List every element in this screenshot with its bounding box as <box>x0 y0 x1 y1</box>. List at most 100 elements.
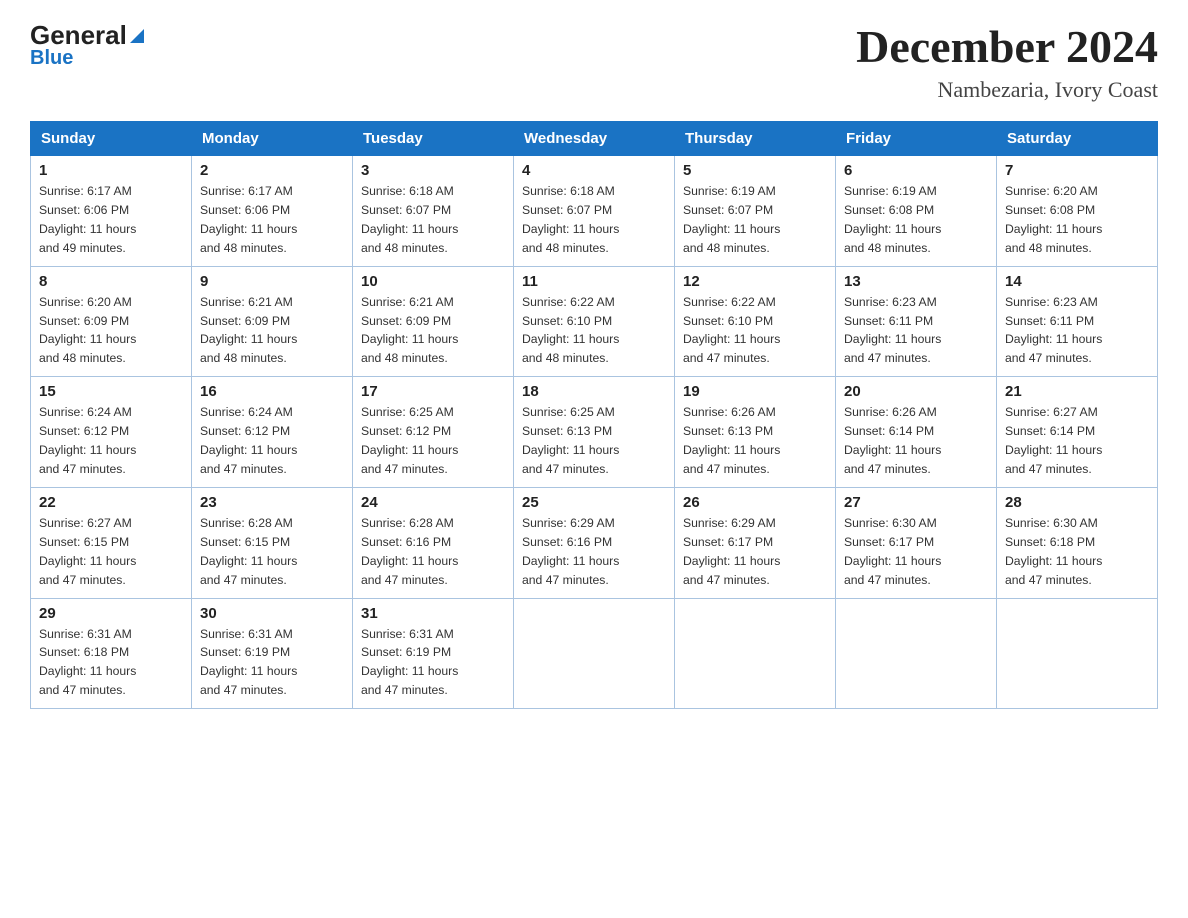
table-row: 3Sunrise: 6:18 AMSunset: 6:07 PMDaylight… <box>353 156 514 267</box>
table-row: 15Sunrise: 6:24 AMSunset: 6:12 PMDayligh… <box>31 377 192 488</box>
day-number: 19 <box>683 383 827 400</box>
table-row: 8Sunrise: 6:20 AMSunset: 6:09 PMDaylight… <box>31 266 192 377</box>
table-row: 7 Sunrise: 6:20 AMSunset: 6:08 PMDaylight… <box>997 156 1158 267</box>
day-number: 7 <box>1005 162 1149 179</box>
day-number: 18 <box>522 383 666 400</box>
day-number: 22 <box>39 494 183 511</box>
table-row: 26Sunrise: 6:29 AMSunset: 6:17 PMDayligh… <box>675 487 836 598</box>
day-info: Sunrise: 6:22 AMSunset: 6:10 PMDaylight:… <box>522 293 666 369</box>
table-row: 17Sunrise: 6:25 AMSunset: 6:12 PMDayligh… <box>353 377 514 488</box>
day-number: 10 <box>361 273 505 290</box>
col-saturday: Saturday <box>997 122 1158 156</box>
day-info: Sunrise: 6:19 AMSunset: 6:07 PMDaylight:… <box>683 182 827 258</box>
table-row: 20 Sunrise: 6:26 AMSunset: 6:14 PMDayligh… <box>836 377 997 488</box>
col-thursday: Thursday <box>675 122 836 156</box>
day-info: Sunrise: 6:27 AMSunset: 6:14 PMDaylight:… <box>1005 403 1149 479</box>
day-number: 5 <box>683 162 827 179</box>
table-row: 1Sunrise: 6:17 AMSunset: 6:06 PMDaylight… <box>31 156 192 267</box>
table-row: 22 Sunrise: 6:27 AMSunset: 6:15 PMDayligh… <box>31 487 192 598</box>
page-header: General Blue December 2024 Nambezaria, I… <box>30 20 1158 103</box>
day-number: 2 <box>200 162 344 179</box>
day-number: 12 <box>683 273 827 290</box>
day-info: Sunrise: 6:18 AMSunset: 6:07 PMDaylight:… <box>361 182 505 258</box>
day-info: Sunrise: 6:27 AMSunset: 6:15 PMDaylight:… <box>39 514 183 590</box>
day-info: Sunrise: 6:22 AMSunset: 6:10 PMDaylight:… <box>683 293 827 369</box>
day-number: 31 <box>361 605 505 622</box>
day-number: 30 <box>200 605 344 622</box>
table-row <box>675 598 836 709</box>
day-info: Sunrise: 6:24 AMSunset: 6:12 PMDaylight:… <box>39 403 183 479</box>
day-number: 20 <box>844 383 988 400</box>
table-row <box>997 598 1158 709</box>
calendar-table: Sunday Monday Tuesday Wednesday Thursday… <box>30 121 1158 709</box>
table-row <box>514 598 675 709</box>
day-info: Sunrise: 6:28 AMSunset: 6:16 PMDaylight:… <box>361 514 505 590</box>
day-number: 4 <box>522 162 666 179</box>
day-info: Sunrise: 6:21 AMSunset: 6:09 PMDaylight:… <box>200 293 344 369</box>
table-row: 24 Sunrise: 6:28 AMSunset: 6:16 PMDayligh… <box>353 487 514 598</box>
day-info: Sunrise: 6:31 AMSunset: 6:19 PMDaylight:… <box>200 625 344 701</box>
calendar-week-2: 8Sunrise: 6:20 AMSunset: 6:09 PMDaylight… <box>31 266 1158 377</box>
calendar-title: December 2024 <box>856 20 1158 73</box>
day-info: Sunrise: 6:29 AMSunset: 6:16 PMDaylight:… <box>522 514 666 590</box>
day-info: Sunrise: 6:17 AMSunset: 6:06 PMDaylight:… <box>39 182 183 258</box>
table-row: 18 Sunrise: 6:25 AMSunset: 6:13 PMDayligh… <box>514 377 675 488</box>
calendar-title-area: December 2024 Nambezaria, Ivory Coast <box>856 20 1158 103</box>
day-number: 23 <box>200 494 344 511</box>
day-info: Sunrise: 6:30 AMSunset: 6:18 PMDaylight:… <box>1005 514 1149 590</box>
day-info: Sunrise: 6:23 AMSunset: 6:11 PMDaylight:… <box>844 293 988 369</box>
day-number: 14 <box>1005 273 1149 290</box>
day-info: Sunrise: 6:29 AMSunset: 6:17 PMDaylight:… <box>683 514 827 590</box>
day-number: 11 <box>522 273 666 290</box>
day-info: Sunrise: 6:19 AMSunset: 6:08 PMDaylight:… <box>844 182 988 258</box>
table-row: 5 Sunrise: 6:19 AMSunset: 6:07 PMDaylight… <box>675 156 836 267</box>
col-friday: Friday <box>836 122 997 156</box>
table-row: 21 Sunrise: 6:27 AMSunset: 6:14 PMDayligh… <box>997 377 1158 488</box>
table-row: 29 Sunrise: 6:31 AMSunset: 6:18 PMDayligh… <box>31 598 192 709</box>
day-number: 28 <box>1005 494 1149 511</box>
day-info: Sunrise: 6:31 AMSunset: 6:18 PMDaylight:… <box>39 625 183 701</box>
day-number: 6 <box>844 162 988 179</box>
day-info: Sunrise: 6:31 AMSunset: 6:19 PMDaylight:… <box>361 625 505 701</box>
day-number: 24 <box>361 494 505 511</box>
calendar-week-4: 22 Sunrise: 6:27 AMSunset: 6:15 PMDayligh… <box>31 487 1158 598</box>
table-row: 2 Sunrise: 6:17 AMSunset: 6:06 PMDaylight… <box>192 156 353 267</box>
day-info: Sunrise: 6:26 AMSunset: 6:14 PMDaylight:… <box>844 403 988 479</box>
day-number: 9 <box>200 273 344 290</box>
table-row: 31 Sunrise: 6:31 AMSunset: 6:19 PMDayligh… <box>353 598 514 709</box>
day-info: Sunrise: 6:18 AMSunset: 6:07 PMDaylight:… <box>522 182 666 258</box>
table-row: 30 Sunrise: 6:31 AMSunset: 6:19 PMDayligh… <box>192 598 353 709</box>
logo-triangle-icon <box>128 27 146 45</box>
col-wednesday: Wednesday <box>514 122 675 156</box>
logo-icon <box>128 27 146 45</box>
day-number: 16 <box>200 383 344 400</box>
day-info: Sunrise: 6:17 AMSunset: 6:06 PMDaylight:… <box>200 182 344 258</box>
table-row: 4 Sunrise: 6:18 AMSunset: 6:07 PMDaylight… <box>514 156 675 267</box>
logo: General Blue <box>30 20 146 70</box>
calendar-week-5: 29 Sunrise: 6:31 AMSunset: 6:18 PMDayligh… <box>31 598 1158 709</box>
calendar-week-1: 1Sunrise: 6:17 AMSunset: 6:06 PMDaylight… <box>31 156 1158 267</box>
day-info: Sunrise: 6:20 AMSunset: 6:08 PMDaylight:… <box>1005 182 1149 258</box>
day-number: 29 <box>39 605 183 622</box>
table-row: 27Sunrise: 6:30 AMSunset: 6:17 PMDayligh… <box>836 487 997 598</box>
table-row <box>836 598 997 709</box>
day-number: 8 <box>39 273 183 290</box>
day-number: 21 <box>1005 383 1149 400</box>
calendar-subtitle: Nambezaria, Ivory Coast <box>856 77 1158 103</box>
table-row: 12 Sunrise: 6:22 AMSunset: 6:10 PMDayligh… <box>675 266 836 377</box>
day-info: Sunrise: 6:23 AMSunset: 6:11 PMDaylight:… <box>1005 293 1149 369</box>
day-info: Sunrise: 6:26 AMSunset: 6:13 PMDaylight:… <box>683 403 827 479</box>
day-number: 17 <box>361 383 505 400</box>
day-info: Sunrise: 6:28 AMSunset: 6:15 PMDaylight:… <box>200 514 344 590</box>
day-info: Sunrise: 6:25 AMSunset: 6:13 PMDaylight:… <box>522 403 666 479</box>
day-info: Sunrise: 6:24 AMSunset: 6:12 PMDaylight:… <box>200 403 344 479</box>
table-row: 9 Sunrise: 6:21 AMSunset: 6:09 PMDaylight… <box>192 266 353 377</box>
calendar-header-row: Sunday Monday Tuesday Wednesday Thursday… <box>31 122 1158 156</box>
table-row: 25Sunrise: 6:29 AMSunset: 6:16 PMDayligh… <box>514 487 675 598</box>
table-row: 11 Sunrise: 6:22 AMSunset: 6:10 PMDayligh… <box>514 266 675 377</box>
day-number: 27 <box>844 494 988 511</box>
table-row: 23 Sunrise: 6:28 AMSunset: 6:15 PMDayligh… <box>192 487 353 598</box>
table-row: 14 Sunrise: 6:23 AMSunset: 6:11 PMDayligh… <box>997 266 1158 377</box>
col-monday: Monday <box>192 122 353 156</box>
table-row: 6 Sunrise: 6:19 AMSunset: 6:08 PMDaylight… <box>836 156 997 267</box>
